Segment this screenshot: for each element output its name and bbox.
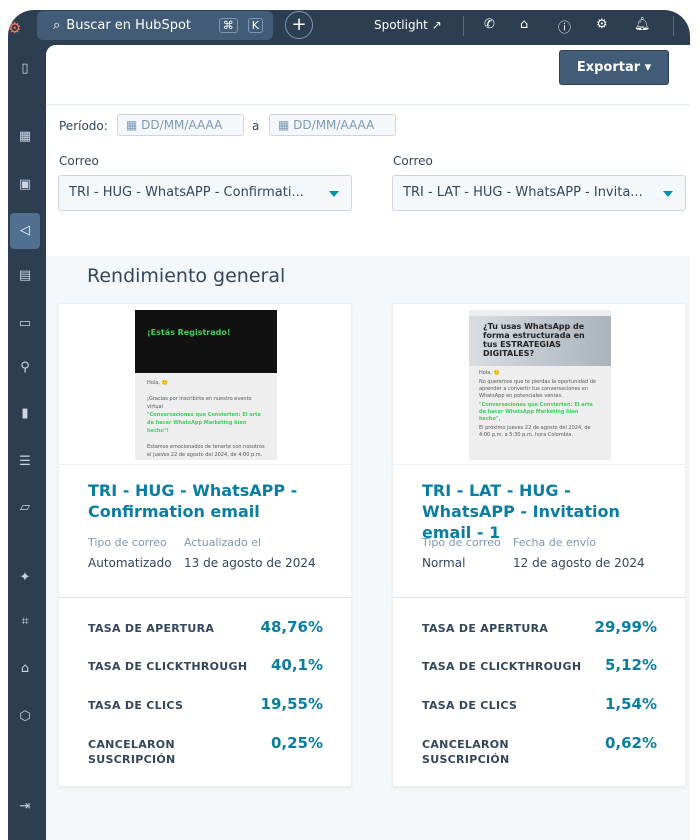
caret-down-icon — [663, 191, 673, 197]
top-nav: ⚙ ⌕ Buscar en HubSpot ⌘ K + Spotlight ↗ … — [8, 10, 690, 45]
stat-label: CANCELARON SUSCRIPCIÓN — [88, 738, 176, 766]
email-select-value: TRI - LAT - HUG - WhatsAPP - Invita... — [403, 185, 643, 200]
email-card: ¡Estás Registrado! Hola, 🙂 ¡Gracias por i… — [58, 303, 352, 787]
shortcut-key: ⌘ — [218, 18, 238, 33]
meta-value: 13 de agosto de 2024 — [184, 556, 316, 570]
preview-text: ¡Gracias por inscribirte en nuestro even… — [147, 396, 252, 410]
settings-icon[interactable]: ⚙ — [596, 17, 608, 32]
content-icon[interactable]: ▤ — [10, 261, 40, 291]
page-header: Exportar ▾ — [46, 45, 690, 105]
stat-value: 1,54% — [604, 695, 657, 713]
divider — [673, 16, 674, 36]
grid-icon[interactable]: ▦ — [10, 122, 40, 152]
meta-label: Tipo de correo — [422, 536, 501, 549]
wallet-icon[interactable]: ▭ — [10, 309, 40, 339]
meta-label: Tipo de correo — [88, 536, 167, 549]
stat-label: CANCELARON SUSCRIPCIÓN — [422, 738, 510, 766]
help-icon[interactable]: ⓘ — [558, 17, 571, 36]
marketplace-icon[interactable]: ⌂ — [520, 17, 528, 32]
spotlight-label: Spotlight — [374, 18, 428, 32]
search-icon: ⌕ — [53, 18, 61, 33]
stat-value: 5,12% — [604, 656, 657, 674]
stat-value: 40,1% — [270, 656, 323, 674]
preview-text: Estamos emocionados de tenerte con nosot… — [147, 444, 265, 458]
preview-greeting: Hola, 🙂 — [479, 370, 500, 376]
expand-sidebar-icon[interactable]: ⇥ — [10, 792, 40, 822]
shortcut-key: K — [247, 18, 263, 33]
email-label: Correo — [59, 154, 99, 168]
shield-icon[interactable]: ⬡ — [10, 702, 40, 732]
external-link-icon: ↗ — [431, 18, 442, 32]
meta-value: 12 de agosto de 2024 — [513, 556, 645, 570]
reports-icon[interactable]: ▮ — [10, 399, 40, 429]
preview-greeting: Hola, 🙂 — [147, 380, 168, 386]
divider — [393, 597, 685, 598]
calendar-icon: ▦ — [126, 118, 138, 132]
email-card: ¿Tu usas WhatsApp de forma estructurada … — [392, 303, 686, 787]
date-to-input[interactable]: ▦ DD/MM/AAAA — [269, 114, 396, 136]
divider — [393, 464, 685, 465]
meta-value: Automatizado — [88, 556, 172, 570]
search-input[interactable]: ⌕ Buscar en HubSpot ⌘ K — [37, 11, 273, 40]
date-from-placeholder: DD/MM/AAAA — [141, 118, 223, 132]
export-button[interactable]: Exportar ▾ — [559, 50, 669, 85]
email-select-value: TRI - HUG - WhatsAPP - Confirmati... — [69, 185, 304, 200]
database-icon[interactable]: ☰ — [10, 447, 40, 477]
preview-text: El próximo jueves 22 de agosto del 2024,… — [479, 425, 591, 438]
stat-value: 19,55% — [260, 695, 323, 713]
bookmark-icon[interactable]: ▯ — [10, 54, 40, 84]
preview-banner: ¡Estás Registrado! — [135, 310, 277, 373]
stat-value: 48,76% — [260, 618, 323, 636]
meta-label: Actualizado el — [184, 536, 262, 549]
to-label: a — [252, 119, 260, 133]
divider — [59, 597, 351, 598]
stat-value: 0,25% — [270, 734, 323, 752]
email-preview[interactable]: ¡Estás Registrado! Hola, 🙂 ¡Gracias por i… — [135, 310, 277, 460]
folder-icon[interactable]: ▱ — [10, 493, 40, 523]
sparkle-icon[interactable]: ✦ — [10, 563, 40, 593]
workflow-icon[interactable]: ⚲ — [10, 353, 40, 383]
preview-banner: ¿Tu usas WhatsApp de forma estructurada … — [469, 316, 611, 366]
code-icon[interactable]: ⌗ — [10, 607, 40, 637]
meta-label: Fecha de envío — [513, 536, 597, 549]
preview-text: No queremos que te pierdas la oportunida… — [479, 379, 596, 399]
section-title: Rendimiento general — [87, 265, 286, 287]
date-from-input[interactable]: ▦ DD/MM/AAAA — [117, 114, 244, 136]
divider — [59, 464, 351, 465]
email-title-link[interactable]: TRI - LAT - HUG - WhatsAPP - Invitation … — [422, 480, 662, 543]
contacts-icon[interactable]: ▣ — [10, 170, 40, 200]
date-to-placeholder: DD/MM/AAAA — [293, 118, 375, 132]
create-button[interactable]: + — [285, 11, 313, 39]
period-label: Período: — [59, 119, 108, 133]
email-preview[interactable]: ¿Tu usas WhatsApp de forma estructurada … — [469, 310, 611, 460]
preview-event: "Conversaciones que Convierten: El arte … — [147, 412, 261, 434]
email-title-link[interactable]: TRI - HUG - WhatsAPP - Confirmation emai… — [88, 480, 328, 522]
email-select-2[interactable]: TRI - LAT - HUG - WhatsAPP - Invita... — [392, 175, 686, 211]
megaphone-icon[interactable]: ◁ — [10, 213, 40, 249]
hubspot-logo-icon[interactable]: ⚙ — [8, 19, 21, 37]
preview-event: "Conversaciones que Convierten: El arte … — [479, 402, 593, 422]
stat-value: 29,99% — [594, 618, 657, 636]
store-icon[interactable]: ⌂ — [10, 654, 40, 684]
phone-icon[interactable]: ✆ — [484, 17, 495, 32]
email-select-1[interactable]: TRI - HUG - WhatsAPP - Confirmati... — [58, 175, 352, 211]
main-content: Exportar ▾ Período: ▦ DD/MM/AAAA a ▦ DD/… — [46, 45, 690, 840]
meta-value: Normal — [422, 556, 466, 570]
app-frame: ⚙ ⌕ Buscar en HubSpot ⌘ K + Spotlight ↗ … — [8, 10, 690, 840]
search-placeholder: Buscar en HubSpot — [66, 18, 191, 33]
divider — [463, 16, 464, 36]
notifications-icon[interactable]: 🔔︎ — [634, 17, 651, 32]
calendar-icon: ▦ — [278, 118, 290, 132]
email-label: Correo — [393, 154, 433, 168]
stat-value: 0,62% — [604, 734, 657, 752]
caret-down-icon — [329, 191, 339, 197]
spotlight-link[interactable]: Spotlight ↗ — [374, 18, 442, 32]
